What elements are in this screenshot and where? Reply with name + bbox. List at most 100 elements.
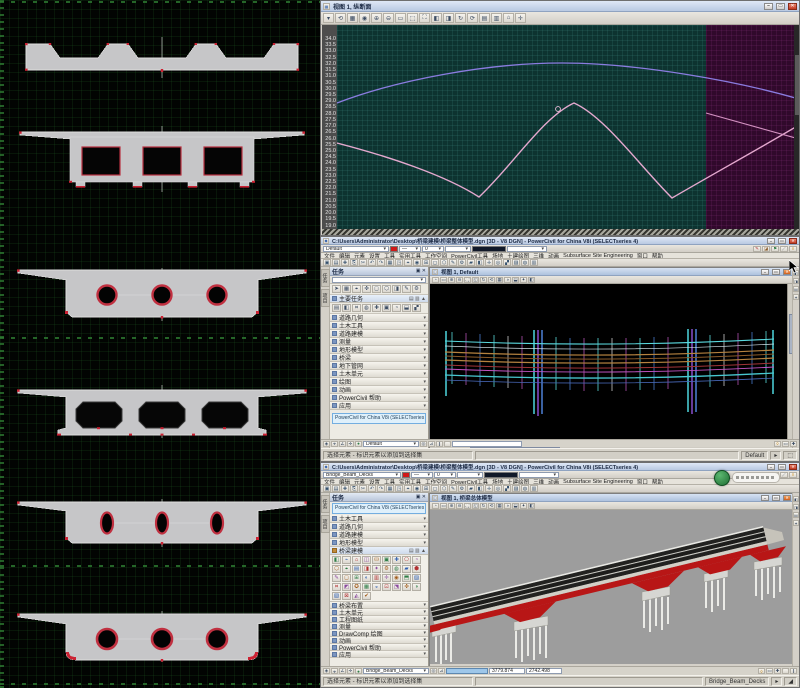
view-titlebar[interactable]: ◫ 视图 1, Default – ▭ ✕ xyxy=(430,268,793,276)
toolbar-icon[interactable]: ⬡ xyxy=(440,485,448,492)
class-combo[interactable]: ▾ xyxy=(457,472,483,478)
bridge-tool-icon[interactable]: ⬠ xyxy=(402,556,411,564)
toolbar-icon[interactable]: ✎ xyxy=(449,485,457,492)
active-level-combo[interactable]: Bridge_Beam_Decks▾ xyxy=(323,472,401,478)
snap-icon[interactable]: ✚ xyxy=(774,668,781,674)
line-weight-combo[interactable]: 0▾ xyxy=(434,472,456,478)
view-control-icon[interactable]: ◔ xyxy=(432,503,439,509)
task-tool-icon[interactable]: ◔ xyxy=(392,304,401,312)
flag-icon[interactable]: ⚑ xyxy=(771,246,779,252)
bridge-tool-icon[interactable]: ◻ xyxy=(342,574,351,582)
task-tool-icon[interactable]: ✜ xyxy=(362,285,371,293)
bridge-tool-icon[interactable]: ▨ xyxy=(412,574,421,582)
view-control-icon[interactable]: ⛶ xyxy=(464,503,471,509)
view-tool-icon[interactable]: ⟲ xyxy=(335,13,346,23)
bridge-tool-icon[interactable]: ◉ xyxy=(392,574,401,582)
toolbar-icon[interactable]: ◳ xyxy=(395,259,403,266)
cad-titlebar[interactable]: ◆ C:\Users\Administrator\Desktop\桥梁建模\桥梁… xyxy=(321,237,799,245)
task-tool-icon[interactable]: ➤ xyxy=(332,285,341,293)
bridge-tool-icon[interactable]: ⬔ xyxy=(392,583,401,591)
rendered-canvas[interactable] xyxy=(430,510,795,664)
task-tool-icon[interactable]: ⌖ xyxy=(352,285,361,293)
snap-icon[interactable]: ⊿ xyxy=(428,441,435,447)
bridge-tool-icon[interactable]: ◑ xyxy=(412,583,421,591)
toolbar-icon[interactable]: ✎ xyxy=(449,259,457,266)
active-level-status[interactable]: Bridge_Beam_Decks xyxy=(705,677,769,686)
view-control-icon[interactable]: ✦ xyxy=(520,277,527,283)
view-control-icon[interactable]: ◱ xyxy=(472,503,479,509)
view-control-icon[interactable]: ◱ xyxy=(472,277,479,283)
bridge-tool-icon[interactable]: ⬒ xyxy=(402,574,411,582)
bridge-tool-icon[interactable]: ▧ xyxy=(332,592,341,600)
toolbar-icon[interactable]: ◉ xyxy=(413,485,421,492)
close-button[interactable]: ✕ xyxy=(789,464,797,470)
snap-icon[interactable]: ⌒ xyxy=(782,668,789,674)
task-tool-icon[interactable]: ◧ xyxy=(342,304,351,312)
toolbar-icon[interactable]: ✂ xyxy=(359,485,367,492)
tool-icon[interactable]: ◧ xyxy=(793,496,799,502)
toolbar-icon[interactable]: ◎ xyxy=(494,485,502,492)
bridge-tool-icon[interactable]: ◒ xyxy=(372,583,381,591)
expanded-section-header[interactable]: 桥梁建模 ▤ ▥ ▲ xyxy=(330,547,428,555)
bridge-tool-icon[interactable]: ◔ xyxy=(412,556,421,564)
slash-icon[interactable]: ／ xyxy=(780,472,788,478)
snap-icon[interactable]: ✚ xyxy=(790,441,797,447)
active-level-combo[interactable]: Default▾ xyxy=(323,246,389,252)
view-tool-icon[interactable]: ▭ xyxy=(395,13,406,23)
toolbar-icon[interactable]: ⎘ xyxy=(350,259,358,266)
bridge-tool-icon[interactable]: ✜ xyxy=(402,583,411,591)
bridge-tool-icon[interactable]: ✛ xyxy=(382,574,391,582)
lock-icon[interactable]: ◊ xyxy=(789,472,797,478)
toolbar-icon[interactable]: ◧ xyxy=(476,259,484,266)
toolbar-icon[interactable]: ▞ xyxy=(503,259,511,266)
view-tool-icon[interactable]: ⊖ xyxy=(383,13,394,23)
toolbar-icon[interactable]: ▦ xyxy=(386,259,394,266)
toolbar-icon[interactable]: ↶ xyxy=(368,259,376,266)
task-tool-icon[interactable]: ⌗ xyxy=(352,304,361,312)
toolbar-icon[interactable]: ▥ xyxy=(530,485,538,492)
profile-window-titlebar[interactable]: ▦ 视图 1, 纵断面 – ▭ ✕ xyxy=(321,1,799,12)
accudraw-z-field[interactable]: 2742.498 xyxy=(526,668,562,674)
template-combo[interactable]: ▾ xyxy=(507,246,547,252)
pin-icon[interactable]: ▣ ✕ xyxy=(416,494,426,500)
redline-icon[interactable]: ✎ xyxy=(753,246,761,252)
bridge-tool-icon[interactable]: ◐ xyxy=(362,574,371,582)
bridge-tool-icon[interactable]: ⬢ xyxy=(412,565,421,573)
view-control-icon[interactable]: ↻ xyxy=(480,503,487,509)
toolbar-icon[interactable]: ◻ xyxy=(431,485,439,492)
view-minimize-button[interactable]: – xyxy=(761,269,769,275)
bridge-tool-icon[interactable]: ⊠ xyxy=(342,592,351,600)
snap-icon[interactable]: ⊿ xyxy=(438,668,445,674)
snap-level-combo[interactable]: Default▾ xyxy=(363,441,419,447)
snap-icon[interactable]: ▭ xyxy=(782,441,789,447)
view-titlebar[interactable]: ◫ 视图 1, 桥梁总体模型 – ▭ ✕ xyxy=(430,494,793,502)
bridge-tool-icon[interactable]: ⌂ xyxy=(352,556,361,564)
snap-icon[interactable]: ⌒ xyxy=(444,441,451,447)
tasks-panel-header[interactable]: 任务 ▣ ✕ xyxy=(330,493,428,502)
close-button[interactable]: ✕ xyxy=(789,238,797,244)
toolbar-icon[interactable]: ⊞ xyxy=(422,485,430,492)
bridge-tool-icon[interactable]: ⊞ xyxy=(352,574,361,582)
snap-icon[interactable]: ∥ xyxy=(436,441,443,447)
view-restore-button[interactable]: ▭ xyxy=(772,269,780,275)
toolbar-icon[interactable]: ⬡ xyxy=(440,259,448,266)
view-tool-icon[interactable]: ⟳ xyxy=(467,13,478,23)
view-control-icon[interactable]: ◧ xyxy=(528,277,535,283)
view-tool-icon[interactable]: ↻ xyxy=(455,13,466,23)
bridge-tool-icon[interactable]: ▥ xyxy=(372,574,381,582)
toolbar-icon[interactable]: ↷ xyxy=(377,259,385,266)
accusnap-icon[interactable]: ● xyxy=(355,441,362,447)
tool-icon[interactable]: ◨ xyxy=(793,504,799,510)
snap-icon[interactable]: ◎ xyxy=(430,668,437,674)
view-control-icon[interactable]: ◑ xyxy=(504,503,511,509)
restore-button[interactable]: ▭ xyxy=(778,238,786,244)
close-button[interactable]: ✕ xyxy=(788,3,797,10)
view-control-icon[interactable]: ⊖ xyxy=(456,503,463,509)
tool-icon[interactable]: ◨ xyxy=(793,278,799,284)
toolbar-icon[interactable]: ✛ xyxy=(485,485,493,492)
view-tool-icon[interactable]: ⊕ xyxy=(371,13,382,23)
task-tool-icon[interactable]: ⚙ xyxy=(412,285,421,293)
view-control-icon[interactable]: ⛶ xyxy=(464,277,471,283)
toolbar-icon[interactable]: ✚ xyxy=(341,259,349,266)
toolbar-icon[interactable]: ▨ xyxy=(512,485,520,492)
